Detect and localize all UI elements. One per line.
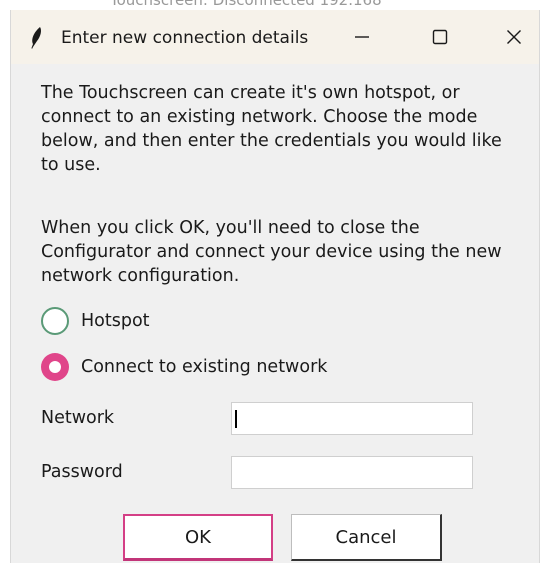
window-title: Enter new connection details [61,28,309,48]
network-label: Network [41,408,115,428]
close-button[interactable] [483,10,545,64]
password-label: Password [41,462,123,482]
radio-button-unchecked[interactable] [41,307,69,335]
password-input[interactable] [231,456,473,489]
minimize-button[interactable] [331,10,393,64]
feather-icon [31,27,41,49]
radio-existing-network-label: Connect to existing network [81,357,328,377]
radio-hotspot-label: Hotspot [81,311,150,331]
minimize-icon [355,36,369,38]
radio-hotspot[interactable]: Hotspot [41,304,150,338]
instructions-text: When you click OK, you'll need to close … [41,218,502,286]
connection-dialog: Enter new connection details The Touchsc… [10,10,540,563]
radio-existing-network[interactable]: Connect to existing network [41,350,327,384]
background-window-strip: Touchscreen: Disconnected 192.168 [0,0,545,10]
network-input[interactable] [231,402,473,435]
maximize-button[interactable] [409,10,471,64]
background-partial-text: Touchscreen: Disconnected 192.168 [110,0,382,9]
maximize-icon [432,29,448,45]
ok-button[interactable]: OK [123,514,273,561]
close-icon [507,30,521,44]
cancel-button[interactable]: Cancel [291,514,442,561]
title-bar[interactable]: Enter new connection details [11,10,539,64]
text-cursor [235,410,237,428]
radio-button-checked[interactable] [41,353,69,381]
intro-text: The Touchscreen can create it's own hots… [41,83,502,175]
